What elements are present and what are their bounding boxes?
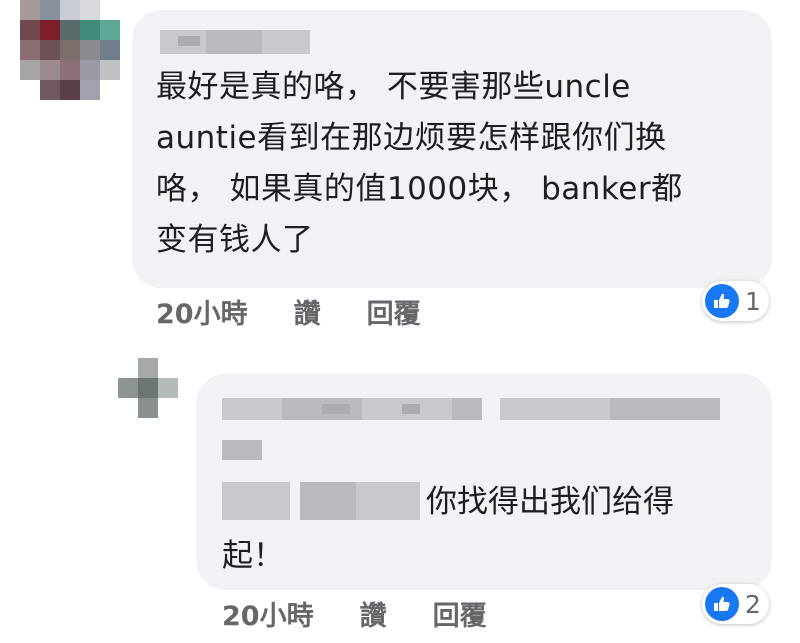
reaction-summary[interactable]: 1 — [702, 281, 769, 321]
comment-actions: 20小時 讚 回覆 — [222, 594, 487, 633]
like-button[interactable]: 讚 — [294, 292, 321, 331]
comment-text: 最好是真的咯， 不要害那些uncle auntie看到在那边烦要怎样跟你们换 咯… — [156, 62, 756, 266]
comment-text-line: 最好是真的咯， 不要害那些uncle — [156, 69, 631, 105]
thumbs-up-icon — [705, 284, 739, 318]
avatar[interactable] — [20, 0, 120, 100]
comment-text-line: 变有钱人了 — [156, 222, 314, 258]
thumbs-up-icon — [705, 587, 739, 621]
reply-text-line: 起！ — [222, 538, 284, 574]
reply-button[interactable]: 回覆 — [433, 594, 487, 633]
comment-text-line: 咯， 如果真的值1000块， banker都 — [156, 171, 683, 207]
comment-timestamp[interactable]: 20小時 — [156, 292, 248, 331]
reaction-count: 2 — [745, 589, 761, 619]
comment-text-line: auntie看到在那边烦要怎样跟你们换 — [156, 120, 667, 156]
reply-button[interactable]: 回覆 — [367, 292, 421, 331]
comment-timestamp[interactable]: 20小時 — [222, 594, 314, 633]
reaction-count: 1 — [745, 286, 761, 316]
comment-actions: 20小時 讚 回覆 — [156, 292, 421, 331]
like-button[interactable]: 讚 — [360, 594, 387, 633]
avatar[interactable] — [118, 358, 178, 418]
reaction-summary[interactable]: 2 — [702, 584, 769, 624]
reply-text-line: 你找得出我们给得 — [426, 484, 674, 520]
